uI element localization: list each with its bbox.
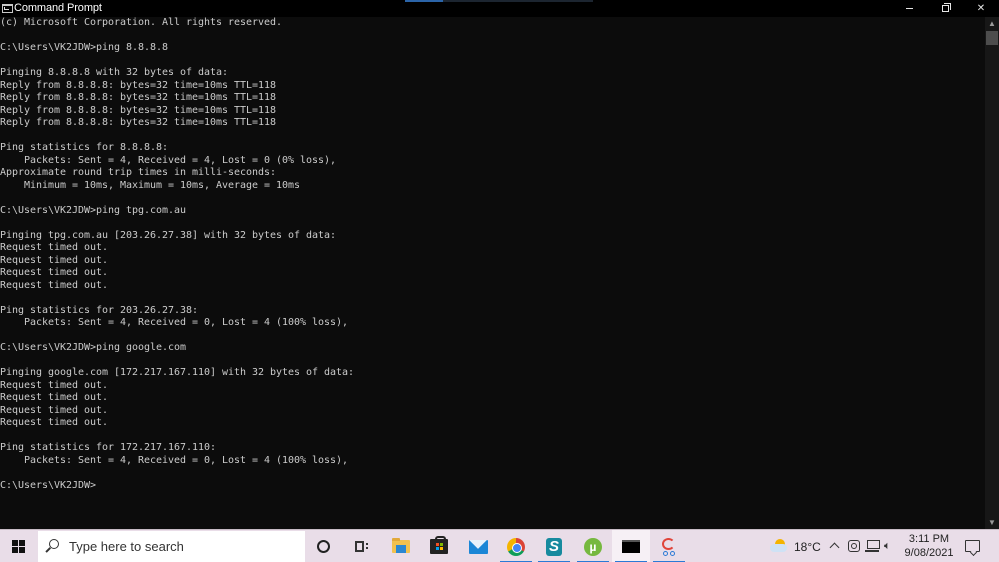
- loading-strip-fill: [405, 0, 443, 2]
- chevron-down-icon: ▼: [988, 518, 996, 527]
- console-line: Packets: Sent = 4, Received = 0, Lost = …: [0, 454, 349, 466]
- console-line: Request timed out.: [0, 279, 109, 291]
- console-line: Request timed out.: [0, 404, 109, 416]
- console-line: Request timed out.: [0, 417, 109, 428]
- taskbar-mail[interactable]: [459, 530, 497, 562]
- scroll-up-button[interactable]: ▲: [985, 17, 999, 30]
- scroll-down-button[interactable]: ▼: [985, 516, 999, 529]
- title-bar: Command Prompt ✕: [0, 0, 999, 17]
- start-button[interactable]: [0, 530, 38, 562]
- console-line: Request timed out.: [0, 392, 109, 403]
- console-line: Pinging 8.8.8.8 with 32 bytes of data:: [0, 67, 229, 78]
- console-text: (c) Microsoft Corporation. All rights re…: [0, 17, 354, 492]
- console-line: Packets: Sent = 4, Received = 0, Lost = …: [0, 317, 349, 328]
- restore-icon: [941, 2, 951, 12]
- console-line: C:\Users\VK2JDW>ping 8.8.8.8: [0, 42, 169, 53]
- console-line: Pinging tpg.com.au [203.26.27.38] with 3…: [0, 229, 337, 241]
- console-line: Reply from 8.8.8.8: bytes=32 time=10ms T…: [0, 79, 277, 91]
- taskbar-search[interactable]: Type here to search: [38, 531, 305, 562]
- taskbar-file-explorer[interactable]: [382, 530, 420, 562]
- clock-time: 3:11 PM: [908, 533, 950, 545]
- command-prompt-icon: [622, 540, 640, 553]
- clock[interactable]: 3:11 PM 9/08/2021: [900, 532, 958, 560]
- close-button[interactable]: ✕: [963, 0, 999, 17]
- console-line: Reply from 8.8.8.8: bytes=32 time=10ms T…: [0, 92, 277, 103]
- taskbar-command-prompt[interactable]: [612, 530, 650, 562]
- store-icon: [430, 536, 448, 554]
- minimize-icon: [905, 7, 913, 9]
- snip-sketch-icon: [660, 538, 678, 556]
- weather-icon[interactable]: [770, 539, 788, 553]
- taskbar-microsoft-store[interactable]: [420, 530, 458, 562]
- taskbar: Type here to search S µ 18°C 🔈︎ 3:11 PM …: [0, 529, 999, 562]
- surfshark-icon: S: [546, 538, 562, 556]
- console-line: Request timed out.: [0, 379, 109, 391]
- console-line: C:\Users\VK2JDW>: [0, 479, 97, 491]
- folder-icon: [392, 538, 410, 553]
- taskbar-task-view[interactable]: [343, 530, 381, 562]
- clock-date: 9/08/2021: [904, 547, 954, 559]
- restore-button[interactable]: [927, 0, 963, 17]
- vertical-scrollbar[interactable]: ▲ ▼: [985, 17, 999, 529]
- scroll-thumb[interactable]: [986, 31, 998, 45]
- cmd-icon: [2, 4, 13, 13]
- console-line: Request timed out.: [0, 242, 109, 253]
- loading-strip: [405, 0, 593, 2]
- chevron-up-icon: ▲: [988, 19, 996, 28]
- task-view-icon: [355, 541, 368, 552]
- console-line: Request timed out.: [0, 267, 109, 278]
- taskbar-chrome[interactable]: [497, 530, 535, 562]
- close-icon: ✕: [976, 3, 986, 14]
- volume-icon[interactable]: 🔈︎: [884, 540, 900, 552]
- weather-temperature[interactable]: 18°C: [794, 540, 821, 554]
- network-icon[interactable]: [865, 540, 880, 552]
- window-title: Command Prompt: [14, 2, 102, 14]
- cortana-icon: [317, 540, 330, 553]
- console-line: Packets: Sent = 4, Received = 4, Lost = …: [0, 154, 337, 166]
- taskbar-utorrent[interactable]: µ: [574, 530, 612, 562]
- chrome-icon: [507, 538, 525, 556]
- console-line: Minimum = 10ms, Maximum = 10ms, Average …: [0, 179, 301, 191]
- taskbar-snip-sketch[interactable]: [650, 530, 688, 562]
- console-line: Ping statistics for 203.26.27.38:: [0, 304, 199, 316]
- windows-logo-icon: [12, 540, 25, 553]
- console-line: C:\Users\VK2JDW>ping tpg.com.au: [0, 204, 187, 216]
- search-placeholder: Type here to search: [69, 539, 184, 554]
- console-line: (c) Microsoft Corporation. All rights re…: [0, 17, 283, 28]
- console-line: Reply from 8.8.8.8: bytes=32 time=10ms T…: [0, 117, 277, 128]
- console-output[interactable]: (c) Microsoft Corporation. All rights re…: [0, 17, 985, 529]
- console-line: Request timed out.: [0, 254, 109, 266]
- console-line: Approximate round trip times in milli-se…: [0, 167, 277, 178]
- console-line: Ping statistics for 8.8.8.8:: [0, 142, 169, 153]
- utorrent-icon: µ: [584, 538, 602, 556]
- search-icon: [49, 539, 59, 549]
- taskbar-surfshark[interactable]: S: [535, 530, 573, 562]
- console-line: Ping statistics for 172.217.167.110:: [0, 442, 217, 453]
- minimize-button[interactable]: [891, 0, 927, 17]
- taskbar-cortana[interactable]: [305, 530, 343, 562]
- meet-now-icon[interactable]: [848, 540, 860, 552]
- console-line: Pinging google.com [172.217.167.110] wit…: [0, 367, 355, 378]
- mail-icon: [469, 540, 488, 554]
- show-hidden-icons-chevron-icon[interactable]: [829, 540, 839, 552]
- console-line: C:\Users\VK2JDW>ping google.com: [0, 342, 187, 353]
- notification-center-icon[interactable]: [965, 540, 980, 552]
- console-line: Reply from 8.8.8.8: bytes=32 time=10ms T…: [0, 104, 277, 116]
